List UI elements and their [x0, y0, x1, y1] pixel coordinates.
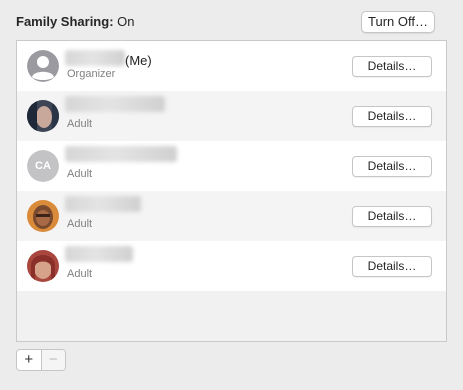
details-button[interactable]: Details…: [352, 156, 432, 177]
member-name-redacted: [65, 50, 125, 66]
details-button[interactable]: Details…: [352, 56, 432, 77]
member-name-redacted: [65, 246, 133, 262]
member-role: Adult: [67, 268, 93, 280]
member-role: Organizer: [67, 68, 116, 80]
member-photo-avatar: [27, 200, 59, 232]
member-role: Adult: [67, 118, 93, 130]
turn-off-button[interactable]: Turn Off…: [361, 11, 435, 33]
member-role: Adult: [67, 218, 93, 230]
member-row[interactable]: CA Adult Details…: [17, 141, 446, 191]
family-members-list: (Me) Organizer Details… Adult Details… C…: [16, 40, 447, 342]
add-member-button[interactable]: +: [17, 350, 42, 370]
initials-avatar: CA: [27, 150, 59, 182]
details-button[interactable]: Details…: [352, 106, 432, 127]
avatar-initials: CA: [35, 160, 51, 172]
member-name-redacted: [65, 96, 165, 112]
member-name-redacted: [65, 196, 141, 212]
details-button[interactable]: Details…: [352, 256, 432, 277]
add-remove-control: + −: [16, 349, 66, 371]
family-sharing-label: Family Sharing:: [16, 14, 114, 29]
member-photo-avatar: [27, 250, 59, 282]
member-role: Adult: [67, 168, 93, 180]
member-row[interactable]: Adult Details…: [17, 191, 446, 241]
member-row[interactable]: (Me) Organizer Details…: [17, 41, 446, 91]
member-row[interactable]: Adult Details…: [17, 91, 446, 141]
family-sharing-status-value: On: [117, 14, 135, 29]
family-sharing-status: Family Sharing: On: [16, 14, 135, 29]
remove-member-button[interactable]: −: [41, 350, 65, 370]
member-me-label: (Me): [125, 53, 152, 68]
member-name-redacted: [65, 146, 177, 162]
details-button[interactable]: Details…: [352, 206, 432, 227]
member-row[interactable]: Adult Details…: [17, 241, 446, 291]
member-photo-avatar: [27, 100, 59, 132]
generic-person-icon: [27, 50, 59, 82]
